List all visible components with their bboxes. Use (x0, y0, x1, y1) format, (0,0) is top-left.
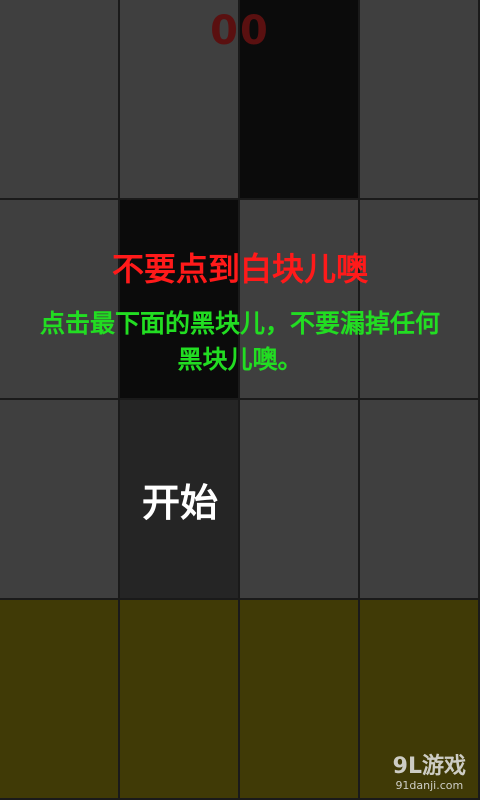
tile-grid (0, 0, 480, 800)
instruction-description: 点击最下面的黑块儿，不要漏掉任何 黑块儿噢。 (0, 306, 480, 378)
base-tile-c1 (120, 600, 240, 800)
instruction-line-2: 黑块儿噢。 (177, 345, 303, 374)
tile-r2-c2[interactable] (240, 400, 360, 600)
instruction-title: 不要点到白块儿噢 (111, 250, 368, 288)
score-counter: 00 (210, 8, 270, 54)
game-board: 00 不要点到白块儿噢 点击最下面的黑块儿，不要漏掉任何 黑块儿噢。 开始 9L… (0, 0, 480, 800)
base-tile-c2 (240, 600, 360, 800)
base-tile-c0 (0, 600, 120, 800)
instruction-line-1: 点击最下面的黑块儿，不要漏掉任何 (39, 309, 440, 338)
tile-r2-c0[interactable] (0, 400, 120, 600)
watermark-main: 9L游戏 (392, 754, 466, 779)
start-button[interactable]: 开始 (120, 472, 240, 527)
tile-r2-c3[interactable] (360, 400, 480, 600)
watermark-url: 91danji.com (395, 779, 464, 792)
watermark-logo: 9L游戏 91danji.com (393, 754, 466, 792)
